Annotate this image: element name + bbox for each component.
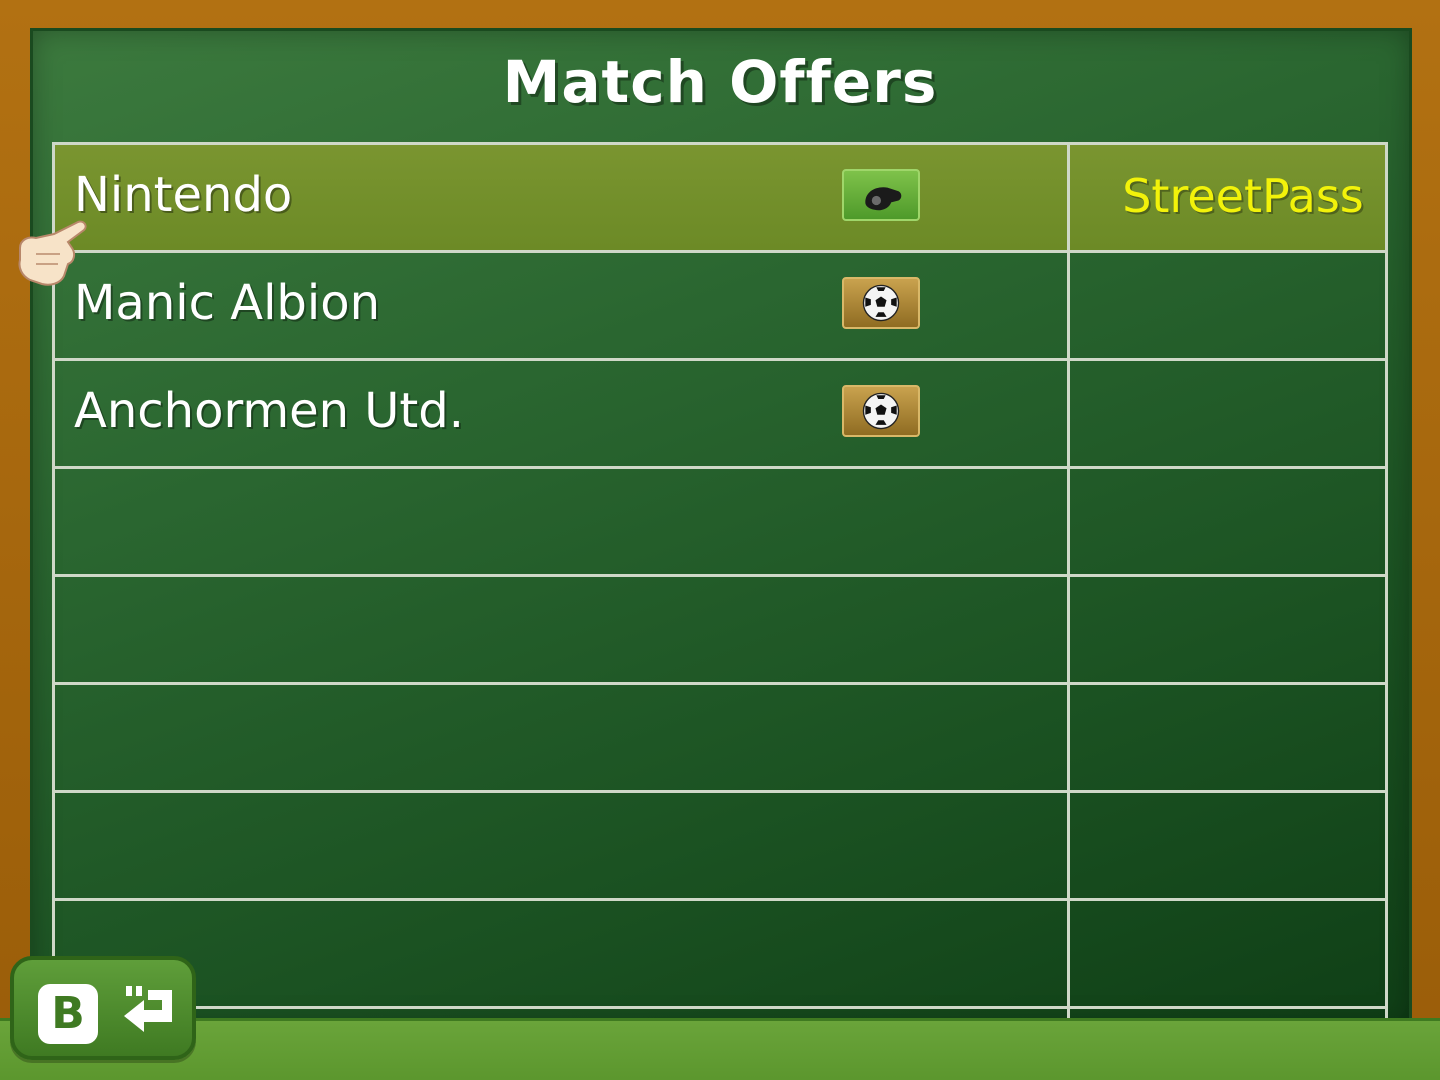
team-name: Nintendo [74, 167, 293, 223]
offer-row-nintendo[interactable]: Nintendo StreetPass [52, 142, 1388, 250]
empty-row [52, 790, 1388, 898]
return-arrow-icon [124, 986, 172, 1032]
pointing-hand-cursor-icon [18, 220, 87, 286]
empty-row [52, 574, 1388, 682]
offer-row-anchormen-utd[interactable]: Anchormen Utd. [52, 358, 1388, 466]
column-divider [1067, 142, 1070, 1042]
page-title: Match Offers [502, 48, 938, 116]
team-name: Anchormen Utd. [74, 383, 464, 439]
soccer-ball-icon [842, 385, 920, 437]
whistle-icon [842, 169, 920, 221]
b-button-label: B [51, 988, 85, 1039]
grass-strip [0, 1018, 1440, 1080]
empty-row [52, 898, 1388, 1006]
team-name: Manic Albion [74, 275, 380, 331]
back-button[interactable]: B [10, 956, 196, 1060]
table-border-right [1385, 142, 1388, 1042]
b-button-icon: B [38, 984, 98, 1044]
empty-row [52, 466, 1388, 574]
streetpass-tag: StreetPass [1122, 169, 1364, 223]
offers-table: Nintendo StreetPass Manic Albion Anchorm… [52, 142, 1388, 1042]
empty-row [52, 682, 1388, 790]
offer-row-manic-albion[interactable]: Manic Albion [52, 250, 1388, 358]
soccer-ball-icon [842, 277, 920, 329]
